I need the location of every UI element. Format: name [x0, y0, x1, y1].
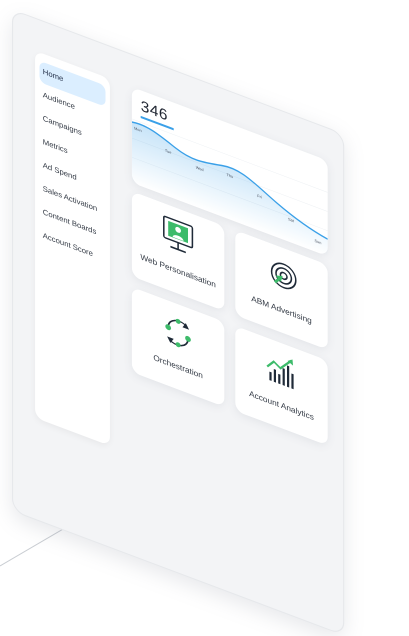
dashboard-illustration: Home Audience Campaigns Metrics Ad Spend… [0, 0, 409, 636]
sidebar: Home Audience Campaigns Metrics Ad Spend… [35, 50, 110, 446]
